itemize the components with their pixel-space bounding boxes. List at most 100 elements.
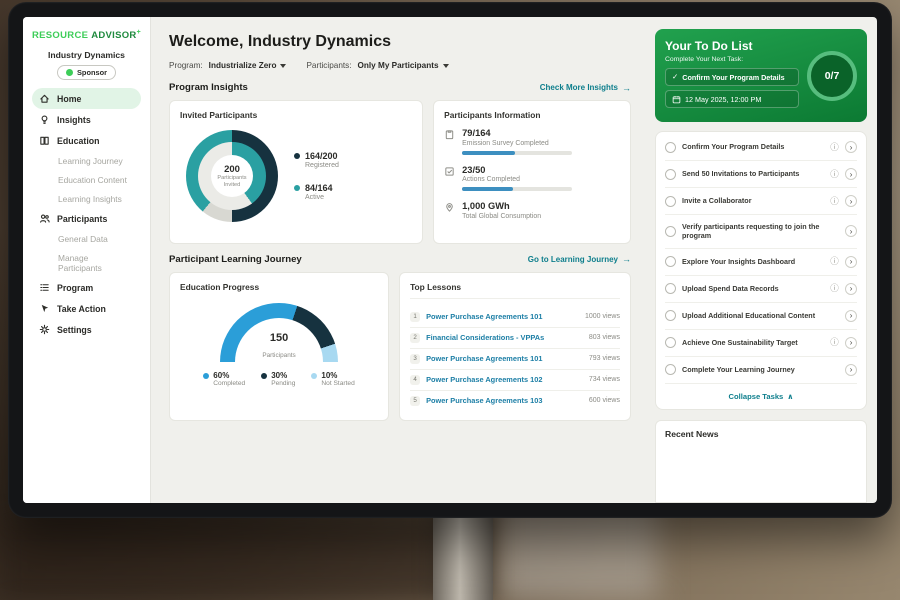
sidebar-item-take-action[interactable]: Take Action	[32, 298, 141, 319]
chevron-right-icon[interactable]: ›	[845, 364, 857, 376]
participants-filter-value: Only My Participants	[358, 61, 439, 70]
sidebar-item-home[interactable]: Home	[32, 88, 141, 109]
task-checkbox[interactable]	[665, 337, 676, 348]
sidebar-item-participants[interactable]: Participants	[32, 208, 141, 229]
sidebar-item-program[interactable]: Program	[32, 277, 141, 298]
sidebar: RESOURCE ADVISOR+ Industry Dynamics Spon…	[23, 17, 151, 503]
org-name: Industry Dynamics	[32, 50, 141, 60]
legend-item: 164/200 Registered	[294, 151, 339, 169]
pin-icon	[444, 202, 455, 224]
chevron-right-icon[interactable]: ›	[845, 141, 857, 153]
task-checkbox[interactable]	[665, 142, 676, 153]
progress-bar-fill	[462, 151, 515, 155]
task-item[interactable]: Confirm Your Program Details ⓘ ›	[665, 134, 857, 161]
chevron-right-icon[interactable]: ›	[845, 337, 857, 349]
task-item[interactable]: Send 50 Invitations to Participants ⓘ ›	[665, 161, 857, 188]
section-title-program-insights: Program Insights	[169, 82, 248, 93]
info-icon[interactable]: ⓘ	[830, 143, 839, 152]
task-item[interactable]: Achieve One Sustainability Target ⓘ ›	[665, 330, 857, 357]
sidebar-item-general-data[interactable]: General Data	[32, 229, 141, 248]
legend-label: Registered	[305, 162, 339, 169]
info-icon[interactable]: ⓘ	[830, 284, 839, 293]
legend-value: 164/200	[305, 151, 339, 161]
task-label: Verify participants requesting to join t…	[682, 222, 824, 241]
chevron-up-icon: ∧	[787, 392, 793, 401]
app-logo: RESOURCE ADVISOR+	[32, 29, 141, 41]
chevron-right-icon[interactable]: ›	[845, 168, 857, 180]
sidebar-item-settings[interactable]: Settings	[32, 319, 141, 340]
lesson-link[interactable]: Power Purchase Agreements 101	[426, 312, 579, 321]
lesson-link[interactable]: Power Purchase Agreements 103	[426, 396, 583, 405]
progress-bar-track	[462, 187, 572, 191]
sidebar-nav: Home Insights Education Learning Journey…	[32, 88, 141, 340]
task-item[interactable]: Invite a Collaborator ⓘ ›	[665, 188, 857, 215]
go-to-learning-journey-link[interactable]: Go to Learning Journey →	[528, 254, 631, 264]
task-item[interactable]: Complete Your Learning Journey ›	[665, 357, 857, 384]
sidebar-item-education[interactable]: Education	[32, 130, 141, 151]
check-more-insights-link[interactable]: Check More Insights →	[540, 83, 631, 93]
legend-dot	[294, 153, 300, 159]
task-checkbox[interactable]	[665, 310, 676, 321]
collapse-tasks-link[interactable]: Collapse Tasks ∧	[665, 384, 857, 404]
info-icon[interactable]: ⓘ	[830, 197, 839, 206]
card-title: Invited Participants	[180, 110, 412, 120]
metric-label: Emission Survey Completed	[462, 140, 572, 147]
chevron-right-icon[interactable]: ›	[845, 195, 857, 207]
lesson-rank: 4	[410, 375, 420, 385]
sidebar-item-label: Learning Journey	[58, 156, 123, 166]
task-checkbox[interactable]	[665, 256, 676, 267]
education-progress-gauge-chart: 150 Participants	[220, 303, 338, 362]
sidebar-item-label: Insights	[57, 115, 91, 125]
top-lessons-card: Top Lessons 1 Power Purchase Agreements …	[399, 272, 631, 421]
participants-filter-dropdown[interactable]: Only My Participants	[358, 61, 449, 70]
monitor-stand	[433, 512, 493, 600]
task-checkbox[interactable]	[665, 364, 676, 375]
task-label: Confirm Your Program Details	[682, 142, 824, 151]
legend-label: Not Started	[321, 380, 354, 387]
sponsor-badge[interactable]: Sponsor	[57, 65, 116, 80]
arrow-right-icon: →	[622, 83, 631, 93]
info-icon[interactable]: ⓘ	[830, 170, 839, 179]
invited-participants-card: Invited Participants 200 Participants In…	[169, 100, 423, 244]
task-item[interactable]: Upload Additional Educational Content ›	[665, 303, 857, 330]
task-item[interactable]: Explore Your Insights Dashboard ⓘ ›	[665, 249, 857, 276]
task-checkbox[interactable]	[665, 169, 676, 180]
sidebar-item-label: Home	[57, 94, 81, 104]
info-icon[interactable]: ⓘ	[830, 257, 839, 266]
sidebar-item-insights[interactable]: Insights	[32, 109, 141, 130]
lesson-link[interactable]: Power Purchase Agreements 102	[426, 375, 583, 384]
lesson-link[interactable]: Financial Considerations - VPPAs	[426, 333, 583, 342]
task-item[interactable]: Verify participants requesting to join t…	[665, 215, 857, 249]
lesson-row: 2 Financial Considerations - VPPAs 803 v…	[410, 328, 620, 349]
chevron-down-icon	[443, 64, 449, 68]
info-icon[interactable]: ⓘ	[830, 338, 839, 347]
task-checkbox[interactable]	[665, 226, 676, 237]
task-checkbox[interactable]	[665, 283, 676, 294]
chevron-right-icon[interactable]: ›	[845, 283, 857, 295]
task-checkbox[interactable]	[665, 196, 676, 207]
sidebar-item-manage-participants[interactable]: Manage Participants	[32, 248, 141, 277]
sidebar-item-learning-insights[interactable]: Learning Insights	[32, 189, 141, 208]
chevron-right-icon[interactable]: ›	[845, 225, 857, 237]
lesson-rank: 2	[410, 333, 420, 343]
legend-label: Pending	[271, 380, 295, 387]
task-label: Send 50 Invitations to Participants	[682, 169, 824, 178]
chevron-right-icon[interactable]: ›	[845, 310, 857, 322]
metric-value: 1,000 GWh	[462, 201, 541, 211]
sidebar-item-label: Take Action	[57, 304, 106, 314]
sidebar-item-learning-journey[interactable]: Learning Journey	[32, 151, 141, 170]
legend-dot	[261, 373, 267, 379]
legend-dot	[311, 373, 317, 379]
lesson-link[interactable]: Power Purchase Agreements 101	[426, 354, 583, 363]
task-item[interactable]: Upload Spend Data Records ⓘ ›	[665, 276, 857, 303]
chevron-right-icon[interactable]: ›	[845, 256, 857, 268]
lesson-views: 1000 views	[585, 313, 620, 320]
lesson-row: 5 Power Purchase Agreements 103 600 view…	[410, 391, 620, 411]
sidebar-item-education-content[interactable]: Education Content	[32, 170, 141, 189]
next-task-chip[interactable]: ✓ Confirm Your Program Details	[665, 68, 799, 86]
program-filter-dropdown[interactable]: Industrialize Zero	[209, 61, 287, 70]
sidebar-item-label: Learning Insights	[58, 194, 122, 204]
page-title: Welcome, Industry Dynamics	[169, 33, 631, 51]
invited-participants-donut-chart: 200 Participants Invited	[186, 130, 278, 222]
lesson-row: 3 Power Purchase Agreements 101 793 view…	[410, 349, 620, 370]
